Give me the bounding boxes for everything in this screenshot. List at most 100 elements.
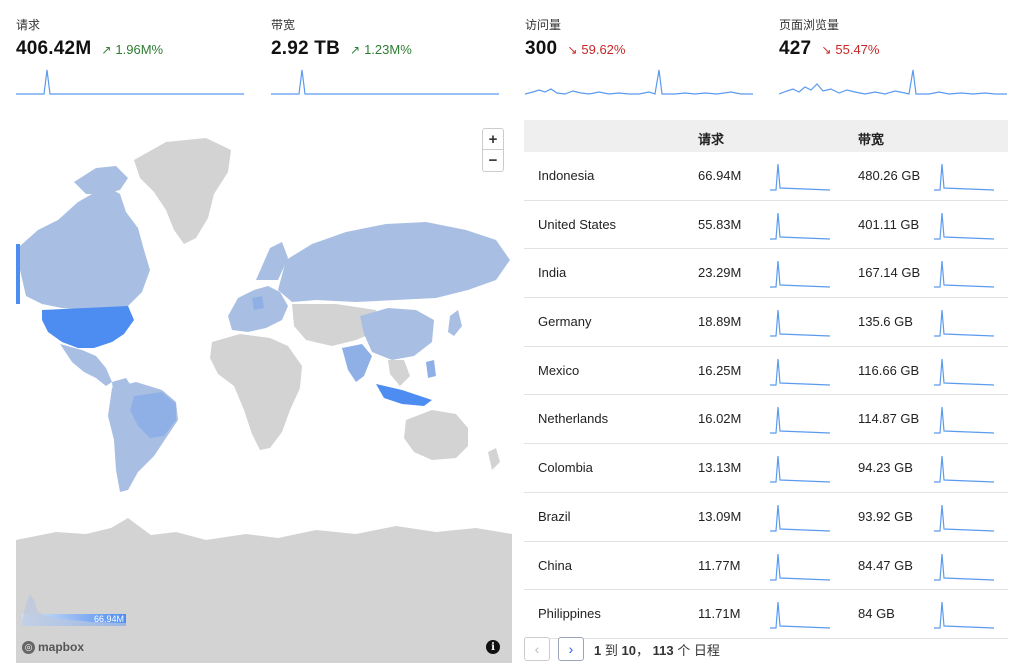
stat-value: 427 <box>779 38 812 59</box>
region-united-states <box>42 306 134 348</box>
mapbox-icon: ◎ <box>22 640 35 654</box>
stat-delta-value: 59.62% <box>581 42 626 57</box>
requests-sparkline <box>770 310 831 337</box>
country-name: United States <box>538 216 617 232</box>
bandwidth-sparkline <box>934 358 995 386</box>
chevron-right-icon[interactable]: › <box>558 637 584 661</box>
region-china <box>360 308 434 360</box>
country-name: Germany <box>538 314 592 330</box>
map-legend: 66.94M <box>22 590 126 638</box>
stat-card-pageviews: 页面浏览量 427 ↘ 55.47% <box>779 18 1007 98</box>
bandwidth-value: 401.11 GB <box>858 216 920 232</box>
requests-value: 13.13M <box>698 460 742 476</box>
pagination-text: 1 到 10， 113 个 日程 <box>594 642 720 658</box>
region-africa <box>210 334 302 450</box>
bandwidth-value: 114.87 GB <box>858 411 920 427</box>
requests-value: 18.89M <box>698 314 742 330</box>
requests-sparkline <box>770 358 831 386</box>
region-russia <box>278 222 510 302</box>
table-row[interactable]: Mexico 16.25M 116.66 GB <box>524 347 1008 396</box>
legend-max-label: 66.94M <box>93 614 124 624</box>
bandwidth-value: 135.6 GB <box>858 314 913 330</box>
region-australia <box>404 410 468 460</box>
stat-sparkline <box>271 69 499 95</box>
bandwidth-value: 94.23 GB <box>858 460 913 476</box>
table-header: 请求 带宽 <box>524 120 1008 152</box>
info-icon[interactable]: i <box>486 640 500 654</box>
table-row[interactable]: China 11.77M 84.47 GB <box>524 542 1008 591</box>
page-from: 1 <box>594 642 602 658</box>
bandwidth-sparkline <box>934 163 995 191</box>
bandwidth-value: 480.26 GB <box>858 168 921 183</box>
stat-delta-value: 55.47% <box>835 42 880 57</box>
stat-delta: ↗ 1.23M% <box>350 42 412 57</box>
requests-value: 16.02M <box>698 411 742 427</box>
stat-delta-value: 1.96M% <box>115 42 164 57</box>
region-se-asia <box>388 360 410 386</box>
page-to: 10 <box>621 642 636 658</box>
bandwidth-sparkline <box>934 456 995 483</box>
table-row[interactable]: Germany 18.89M 135.6 GB <box>524 298 1008 347</box>
page-total: 113 <box>652 642 674 658</box>
bandwidth-value: 116.66 GB <box>858 362 920 378</box>
requests-value: 16.25M <box>698 362 742 378</box>
table-row[interactable]: Colombia 13.13M 94.23 GB <box>524 444 1008 493</box>
country-name: Indonesia <box>538 168 595 183</box>
arrow-down-right-icon: ↘ <box>821 43 832 57</box>
country-name: China <box>538 557 572 573</box>
table-row[interactable]: Philippines 11.71M 84 GB <box>524 590 1008 639</box>
country-name: Colombia <box>538 460 593 476</box>
stat-sparkline <box>16 69 244 95</box>
stat-delta: ↗ 1.96M% <box>101 42 163 57</box>
stat-label: 请求 <box>16 18 41 32</box>
stat-label: 带宽 <box>271 18 296 32</box>
stat-label: 访问量 <box>525 18 562 32</box>
mapbox-logo[interactable]: ◎ mapbox <box>22 640 84 654</box>
bandwidth-value: 167.14 GB <box>858 265 921 281</box>
chevron-left-icon[interactable]: ‹ <box>524 637 550 661</box>
region-arctic-islands <box>74 166 128 194</box>
stat-value: 300 <box>525 38 558 59</box>
country-table: 请求 带宽 Indonesia 66.94M 480.26 GB United Sta… <box>524 120 1008 639</box>
table-row[interactable]: India 23.29M 167.14 GB <box>524 249 1008 299</box>
requests-value: 23.29M <box>698 265 742 281</box>
region-japan <box>448 310 462 336</box>
table-row[interactable]: Indonesia 66.94M 480.26 GB <box>524 152 1008 201</box>
bandwidth-value: 84 GB <box>858 606 895 622</box>
arrow-down-right-icon: ↘ <box>567 43 578 57</box>
arrow-up-right-icon: ↗ <box>350 43 361 57</box>
arrow-up-right-icon: ↗ <box>101 43 112 57</box>
mapbox-label: mapbox <box>38 640 85 654</box>
requests-value: 55.83M <box>698 216 742 232</box>
stat-card-bandwidth: 带宽 2.92 TB ↗ 1.23M% <box>271 18 499 98</box>
world-map[interactable]: + − 66.94M ◎ mapbox i <box>16 120 512 663</box>
zoom-out-button[interactable]: − <box>482 150 504 172</box>
zoom-in-button[interactable]: + <box>482 128 504 150</box>
bandwidth-sparkline <box>934 407 995 435</box>
requests-value: 11.77M <box>698 557 741 573</box>
region-greenland <box>134 138 231 244</box>
bandwidth-sparkline <box>934 504 995 532</box>
requests-sparkline <box>770 504 831 532</box>
requests-sparkline <box>770 212 831 240</box>
table-row[interactable]: Brazil 13.09M 93.92 GB <box>524 493 1008 542</box>
requests-sparkline <box>770 163 831 191</box>
table-row[interactable]: Netherlands 16.02M 114.87 GB <box>524 395 1008 445</box>
pagination: ‹ › 1 到 10， 113 个 日程 <box>524 636 720 662</box>
column-header-bandwidth[interactable]: 带宽 <box>858 129 884 148</box>
table-row[interactable]: United States 55.83M 401.11 GB <box>524 201 1008 250</box>
bandwidth-sparkline <box>934 553 995 581</box>
region-new-zealand <box>488 448 500 470</box>
stat-value: 406.42M <box>16 38 92 59</box>
region-mexico <box>60 344 112 386</box>
world-map-canvas[interactable] <box>16 120 512 663</box>
country-name: Mexico <box>538 362 580 378</box>
country-name: Netherlands <box>538 411 609 427</box>
country-name: India <box>538 265 567 281</box>
column-header-requests[interactable]: 请求 <box>698 129 724 148</box>
stat-label: 页面浏览量 <box>779 18 840 32</box>
requests-sparkline <box>770 602 831 629</box>
requests-sparkline <box>770 456 831 483</box>
stat-sparkline <box>779 69 1007 95</box>
bandwidth-sparkline <box>934 602 995 629</box>
